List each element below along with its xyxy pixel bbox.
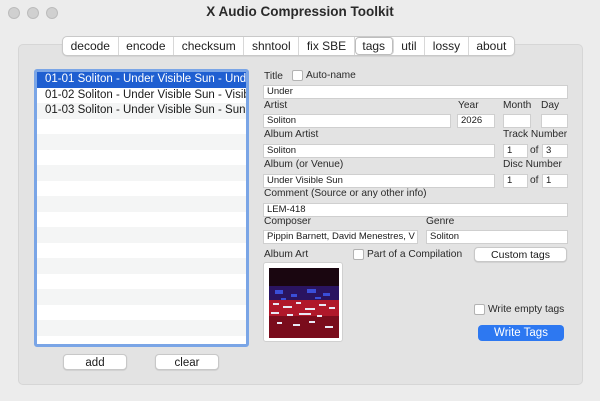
- genre-label: Genre: [426, 216, 455, 227]
- year-field[interactable]: 2026: [457, 114, 495, 128]
- empty-row: [37, 212, 246, 228]
- album-artist-field[interactable]: Soliton: [263, 144, 495, 158]
- empty-row: [37, 227, 246, 243]
- window-title: X Audio Compression Toolkit: [206, 4, 394, 19]
- album-field[interactable]: Under Visible Sun: [263, 174, 495, 188]
- month-label: Month: [503, 100, 532, 111]
- custom-tags-button[interactable]: Custom tags: [474, 247, 567, 262]
- comment-field[interactable]: LEM-418: [263, 203, 568, 217]
- tab-about[interactable]: about: [469, 37, 514, 55]
- empty-row: [37, 150, 246, 166]
- empty-row: [37, 181, 246, 197]
- genre-field[interactable]: Soliton: [426, 230, 568, 244]
- file-list-item[interactable]: 01-02 Soliton - Under Visible Sun - Visi…: [37, 88, 246, 104]
- title-label: Title: [264, 71, 283, 82]
- tab-decode[interactable]: decode: [63, 37, 119, 55]
- title-field[interactable]: Under: [263, 85, 568, 99]
- album-artist-label: Album Artist: [264, 129, 319, 140]
- file-list-item[interactable]: 01-03 Soliton - Under Visible Sun - Sun.…: [37, 103, 246, 119]
- autoname-label: Auto-name: [306, 70, 356, 81]
- write-tags-button[interactable]: Write Tags: [478, 325, 564, 341]
- artist-field[interactable]: Soliton: [263, 114, 451, 128]
- disc-number-label: Disc Number: [503, 159, 562, 170]
- empty-row: [37, 336, 246, 345]
- add-button[interactable]: add: [63, 354, 127, 370]
- compilation-label: Part of a Compilation: [367, 249, 463, 260]
- tab-bar: decode encode checksum shntool fix SBE t…: [62, 36, 515, 56]
- file-list[interactable]: 01-01 Soliton - Under Visible Sun - Unde…: [34, 69, 249, 347]
- tab-util[interactable]: util: [394, 37, 426, 55]
- track-of-label: of: [530, 145, 539, 156]
- title-bar: X Audio Compression Toolkit: [0, 0, 600, 26]
- clear-button[interactable]: clear: [155, 354, 219, 370]
- album-label: Album (or Venue): [264, 159, 344, 170]
- empty-row: [37, 196, 246, 212]
- write-empty-label: Write empty tags: [488, 304, 565, 315]
- write-empty-checkbox[interactable]: [474, 304, 485, 315]
- empty-row: [37, 134, 246, 150]
- year-label: Year: [458, 100, 479, 111]
- file-list-item[interactable]: 01-01 Soliton - Under Visible Sun - Unde…: [37, 72, 246, 88]
- autoname-checkbox[interactable]: [292, 70, 303, 81]
- disc-of-label: of: [530, 175, 539, 186]
- empty-row: [37, 258, 246, 274]
- artist-label: Artist: [264, 100, 288, 111]
- tab-encode[interactable]: encode: [119, 37, 175, 55]
- tab-tags[interactable]: tags: [354, 37, 394, 55]
- tab-fix-sbe[interactable]: fix SBE: [299, 37, 355, 55]
- track-total-field[interactable]: 3: [542, 144, 568, 158]
- day-label: Day: [541, 100, 560, 111]
- track-number-field[interactable]: 1: [503, 144, 528, 158]
- album-art-well[interactable]: [263, 262, 343, 342]
- empty-row: [37, 274, 246, 290]
- empty-row: [37, 243, 246, 259]
- empty-row: [37, 305, 246, 321]
- track-number-label: Track Number: [503, 129, 568, 140]
- album-art-label: Album Art: [264, 249, 309, 260]
- disc-number-field[interactable]: 1: [503, 174, 528, 188]
- empty-row: [37, 119, 246, 135]
- tab-checksum[interactable]: checksum: [174, 37, 245, 55]
- month-field[interactable]: [503, 114, 531, 128]
- empty-row: [37, 165, 246, 181]
- tab-lossy[interactable]: lossy: [425, 37, 469, 55]
- day-field[interactable]: [541, 114, 568, 128]
- comment-label: Comment (Source or any other info): [264, 188, 427, 199]
- album-art-image: [269, 268, 339, 338]
- composer-field[interactable]: Pippin Barnett, David Menestres, V: [263, 230, 418, 244]
- compilation-checkbox[interactable]: [353, 249, 364, 260]
- disc-total-field[interactable]: 1: [542, 174, 568, 188]
- empty-row: [37, 320, 246, 336]
- empty-row: [37, 289, 246, 305]
- composer-label: Composer: [264, 216, 311, 227]
- tab-shntool[interactable]: shntool: [244, 37, 300, 55]
